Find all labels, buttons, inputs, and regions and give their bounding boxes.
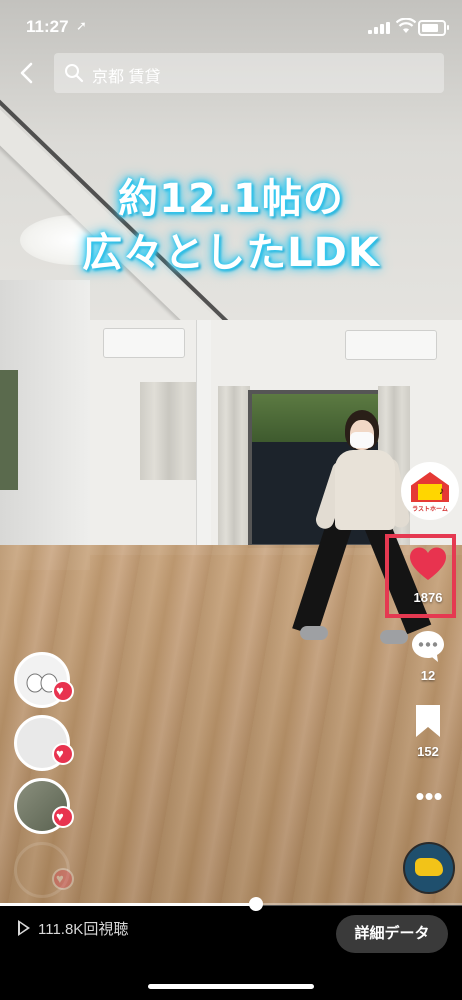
video-progress-bar[interactable] (0, 897, 462, 911)
battery-icon (418, 20, 449, 36)
music-disc-icon[interactable] (403, 842, 455, 894)
more-options-icon[interactable]: ••• (412, 783, 446, 809)
location-arrow-icon: ➚ (76, 18, 87, 33)
balcony-curtain-left (218, 386, 250, 548)
air-conditioner-right (345, 330, 437, 360)
detail-data-button[interactable]: 詳細データ (336, 915, 448, 953)
air-conditioner-left (103, 328, 185, 358)
liker-heart-icon: ♥ (52, 743, 74, 765)
caption-line-2: 広々としたLDK (82, 230, 380, 276)
home-indicator (148, 984, 314, 989)
room-pillar (196, 320, 211, 550)
view-count: 111.8K回視聴 (18, 918, 128, 939)
search-query: 京都 賃貸 (92, 69, 161, 86)
creator-avatar[interactable]: ♪ ラストホーム (401, 462, 459, 520)
bookmark-icon[interactable] (414, 703, 442, 739)
heart-icon[interactable] (408, 546, 448, 582)
views-label: 111.8K回視聴 (38, 921, 129, 938)
comment-count: 12 (420, 668, 436, 683)
video-caption: 約12.1帖の 広々としたLDK (0, 172, 462, 280)
left-window (0, 370, 18, 490)
tiktok-badge-icon: ♪ (439, 486, 444, 497)
bookmark-count: 152 (417, 744, 439, 759)
liker-heart-icon: ♥ (52, 680, 74, 702)
liker-heart-icon: ♥ (52, 868, 74, 890)
status-time: 11:27 (26, 17, 69, 36)
liker-heart-icon: ♥ (52, 806, 74, 828)
cellular-signal-icon (368, 22, 390, 34)
caption-line-1: 約12.1帖の (118, 176, 344, 222)
comment-icon[interactable] (410, 628, 446, 664)
progress-fill (0, 903, 256, 906)
sound-thumbnail (415, 858, 443, 876)
play-icon (18, 920, 30, 936)
progress-knob[interactable] (249, 897, 263, 911)
chevron-left-icon (20, 62, 33, 84)
status-bar: 11:27 ➚ (0, 0, 462, 50)
back-button[interactable] (14, 58, 42, 88)
window-curtain (140, 382, 198, 480)
video-player[interactable]: 約12.1帖の 広々としたLDK (0, 0, 462, 905)
search-bar[interactable]: 京都 賃貸 (54, 53, 444, 93)
like-count: 1876 (413, 590, 443, 605)
wifi-icon (396, 18, 416, 33)
creator-logo-text: ラストホーム (412, 507, 448, 513)
search-icon (65, 64, 84, 83)
